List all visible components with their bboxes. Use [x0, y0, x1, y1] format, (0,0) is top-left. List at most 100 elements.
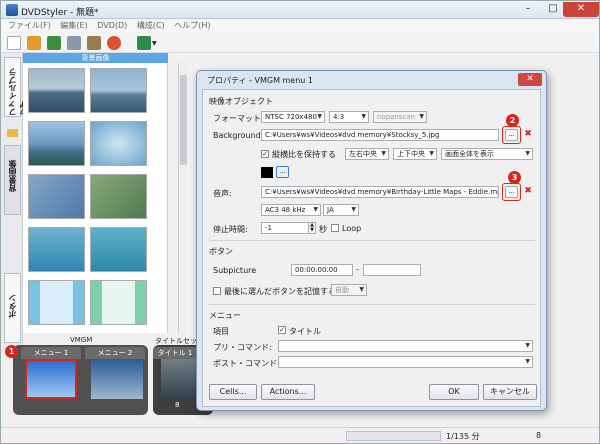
dialog-close-button[interactable]: ✕ [518, 73, 542, 86]
close-window-button[interactable]: ✕ [563, 2, 599, 17]
ok-button[interactable]: OK [429, 384, 479, 400]
titleset-title-1-tab[interactable]: タイトル 1 [153, 347, 197, 359]
maximize-button[interactable]: □ [541, 2, 565, 17]
export-dropdown-chevron-icon[interactable]: ▼ [152, 40, 157, 47]
subpicture-end-field[interactable] [363, 264, 421, 276]
tab-buttons-label: ボタン [8, 294, 17, 318]
loop-label: Loop [342, 224, 362, 233]
app-icon [6, 4, 18, 16]
toolbar: ▼ [1, 33, 599, 53]
dialog-body: 映像オブジェクト フォーマット: NTSC 720x480 ▼ 4:3 ▼ nopa… [202, 89, 541, 407]
background-thumbnail[interactable] [90, 174, 147, 219]
horizontal-align-select[interactable]: 左右中央 ▼ [345, 148, 389, 160]
minimize-button[interactable]: – [516, 2, 540, 17]
tab-file-browser[interactable]: ファイルブラウザー [4, 57, 28, 117]
format-select[interactable]: NTSC 720x480 ▼ [261, 111, 325, 123]
audio-rate-select[interactable]: AC3 48 kHz ▼ [261, 204, 321, 216]
burn-icon[interactable] [107, 36, 121, 50]
export-icon[interactable] [137, 36, 151, 50]
pause-label: 停止時間: [213, 225, 248, 234]
settings-tools-icon[interactable] [87, 36, 101, 50]
background-thumbnail[interactable] [28, 174, 85, 219]
browse-audio-button[interactable]: ... [505, 186, 518, 198]
post-command-combo[interactable]: ▼ [278, 356, 533, 368]
pause-field[interactable]: -1 [261, 222, 309, 234]
clear-audio-icon[interactable]: ✖ [522, 186, 534, 198]
status-bar: 1/135 分 8 [1, 427, 599, 443]
status-value: 8 [536, 431, 542, 440]
title-checkbox[interactable]: ✓ [278, 326, 286, 334]
background-thumbnail[interactable] [90, 280, 147, 325]
vmgm-label: VMGM [70, 336, 93, 344]
keep-aspect-label: 縦横比を保持する [272, 150, 336, 159]
background-path-field[interactable]: C:¥Users¥ws¥Videos¥dvd memory¥Stocksy_5.… [261, 129, 499, 141]
open-folder-icon[interactable] [27, 36, 41, 50]
background-label: Background: [213, 131, 264, 140]
tab-backgrounds-label: 背景画像 [8, 160, 17, 192]
title-bar: DVDStyler - 無題* – □ ✕ [1, 1, 599, 19]
menu-file[interactable]: ファイル(F) [8, 19, 51, 32]
scan-select[interactable]: nopanscan ▼ [373, 111, 427, 123]
background-thumbnail[interactable] [28, 121, 85, 166]
titleset-title-1-thumbnail[interactable] [161, 359, 201, 399]
menu-edit[interactable]: 編集(E) [60, 19, 87, 32]
vmgm-menu-1-thumbnail[interactable] [25, 359, 77, 399]
pre-command-label: プリ・コマンド: [213, 343, 272, 352]
cancel-button[interactable]: キャンセル [483, 384, 537, 400]
disc-usage-bar [346, 431, 441, 441]
menu-bar: ファイル(F) 編集(E) DVD(D) 構成(C) ヘルプ(H) [1, 19, 599, 32]
keep-aspect-checkbox[interactable]: ✓ [261, 150, 269, 158]
background-thumbnail[interactable] [90, 121, 147, 166]
vmgm-menu-2-tab[interactable]: メニュー 2 [85, 347, 145, 359]
folder-icon [7, 129, 18, 137]
add-file-icon[interactable] [67, 36, 81, 50]
video-section-title: 映像オブジェクト [209, 97, 273, 106]
background-gallery: 背景画像 [23, 53, 187, 333]
post-command-label: ポスト・コマンド: [213, 359, 280, 368]
clear-background-icon[interactable]: ✖ [522, 129, 534, 141]
gallery-scrollbar[interactable] [178, 63, 187, 333]
side-tabs: ファイルブラウザー 背景画像 ボタン [1, 53, 28, 353]
menu-section-title: メニュー [209, 311, 241, 320]
remember-button-checkbox[interactable] [213, 287, 221, 295]
audio-label: 音声: [213, 189, 232, 198]
browse-background-button[interactable]: ... [505, 129, 518, 141]
menu-dvd[interactable]: DVD(D) [97, 19, 127, 32]
background-color-swatch[interactable] [261, 167, 273, 178]
cells-button[interactable]: Cells... [209, 384, 257, 400]
vertical-align-select[interactable]: 上下中央 ▼ [393, 148, 437, 160]
annotation-badge-3: 3 [508, 171, 521, 184]
menu-help[interactable]: ヘルプ(H) [174, 19, 210, 32]
properties-dialog: プロパティ - VMGM menu 1 ✕ 映像オブジェクト フォーマット: N… [196, 70, 547, 411]
color-picker-button[interactable]: ... [276, 166, 289, 178]
actions-button[interactable]: Actions... [261, 384, 315, 400]
loop-checkbox[interactable] [331, 224, 339, 232]
subpicture-start-field[interactable]: 00:00:00.00 [291, 264, 353, 276]
aspect-select[interactable]: 4:3 ▼ [329, 111, 369, 123]
background-thumbnail[interactable] [28, 280, 85, 325]
background-thumbnail[interactable] [28, 227, 85, 272]
gallery-scroll-thumb[interactable] [180, 75, 187, 165]
pause-spinner[interactable]: ▲ ▼ [308, 222, 316, 234]
menu-configure[interactable]: 構成(C) [137, 19, 165, 32]
dialog-title: プロパティ - VMGM menu 1 [207, 76, 313, 85]
remember-button-label: 最後に選んだボタンを記憶する [224, 287, 336, 296]
audio-language-select[interactable]: JA ▼ [323, 204, 359, 216]
tab-buttons[interactable]: ボタン [4, 273, 21, 343]
pre-command-combo[interactable]: ▼ [278, 340, 533, 352]
tab-backgrounds[interactable]: 背景画像 [4, 145, 21, 215]
fit-select[interactable]: 画面全体を表示 ▼ [441, 148, 533, 160]
vmgm-menu-2-thumbnail[interactable] [91, 359, 143, 399]
divider [209, 240, 535, 241]
vmgm-menu-1-tab[interactable]: メニュー 1 [21, 347, 81, 359]
button-section-title: ボタン [209, 247, 233, 256]
divider [209, 304, 535, 305]
remember-select[interactable]: 自動 ▼ [331, 284, 367, 296]
audio-path-field[interactable]: C:¥Users¥ws¥Videos¥dvd memory¥Birthday-L… [261, 186, 499, 198]
background-thumbnail[interactable] [28, 68, 85, 113]
save-icon[interactable] [47, 36, 61, 50]
background-thumbnail[interactable] [90, 68, 147, 113]
new-file-icon[interactable] [7, 36, 21, 50]
background-thumbnail[interactable] [90, 227, 147, 272]
annotation-badge-2: 2 [506, 114, 519, 127]
